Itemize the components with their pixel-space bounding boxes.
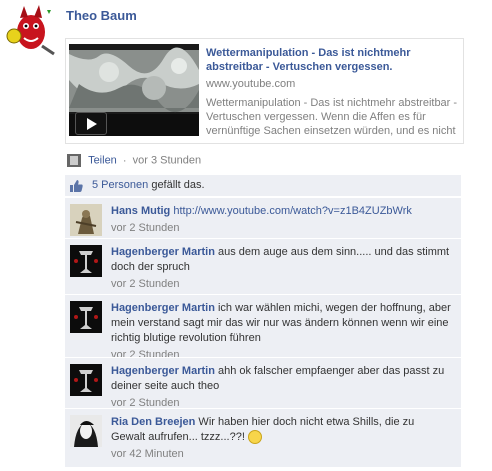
video-description: Wettermanipulation - Das ist nichtmehr a…: [206, 97, 458, 137]
comment-item: Ria Den Breejen Wir haben hier doch nich…: [65, 408, 461, 467]
video-icon: [67, 154, 81, 167]
commenter-avatar[interactable]: [70, 415, 102, 447]
post-author[interactable]: Theo Baum: [66, 8, 137, 23]
commenter-avatar[interactable]: [70, 204, 102, 236]
comment-item: Hagenberger Martin ahh ok falscher empfa…: [65, 357, 461, 409]
post-timestamp[interactable]: vor 3 Stunden: [133, 155, 202, 167]
commenter-name[interactable]: Hans Mutig: [111, 205, 170, 217]
shared-link-preview[interactable]: Wettermanipulation - Das ist nichtmehr a…: [65, 38, 464, 144]
post-actions: Teilen · vor 3 Stunden: [67, 154, 201, 170]
commenter-avatar[interactable]: [70, 364, 102, 396]
author-avatar[interactable]: [2, 2, 57, 57]
smiley-icon: [247, 430, 262, 445]
comment-timestamp[interactable]: vor 2 Stunden: [111, 221, 451, 236]
commenter-name[interactable]: Hagenberger Martin: [111, 302, 215, 314]
likes-count-link[interactable]: 5 Personen: [92, 179, 148, 191]
commenter-avatar[interactable]: [70, 245, 102, 277]
comment-link[interactable]: http://www.youtube.com/watch?v=z1B4ZUZbW…: [173, 205, 412, 217]
commenter-name[interactable]: Hagenberger Martin: [111, 365, 215, 377]
video-domain: www.youtube.com: [206, 78, 296, 90]
comment-item: Hagenberger Martin aus dem auge aus dem …: [65, 238, 461, 294]
likes-suffix: gefällt das.: [148, 179, 205, 191]
comment-item: Hagenberger Martin ich war wählen michi,…: [65, 294, 461, 361]
thumbs-up-icon: [70, 180, 83, 192]
comment-item: Hans Mutig http://www.youtube.com/watch?…: [65, 197, 461, 238]
comment-timestamp[interactable]: vor 42 Minuten: [111, 447, 451, 462]
commenter-avatar[interactable]: [70, 301, 102, 333]
likes-bar: 5 Personen gefällt das.: [65, 175, 461, 196]
comment-timestamp[interactable]: vor 2 Stunden: [111, 277, 451, 292]
commenter-name[interactable]: Hagenberger Martin: [111, 246, 215, 258]
separator: ·: [122, 154, 127, 167]
video-title[interactable]: Wettermanipulation - Das ist nichtmehr a…: [206, 46, 456, 74]
play-button[interactable]: [75, 112, 107, 135]
video-thumbnail[interactable]: [69, 44, 199, 136]
share-link[interactable]: Teilen: [88, 155, 117, 167]
commenter-name[interactable]: Ria Den Breejen: [111, 416, 195, 428]
